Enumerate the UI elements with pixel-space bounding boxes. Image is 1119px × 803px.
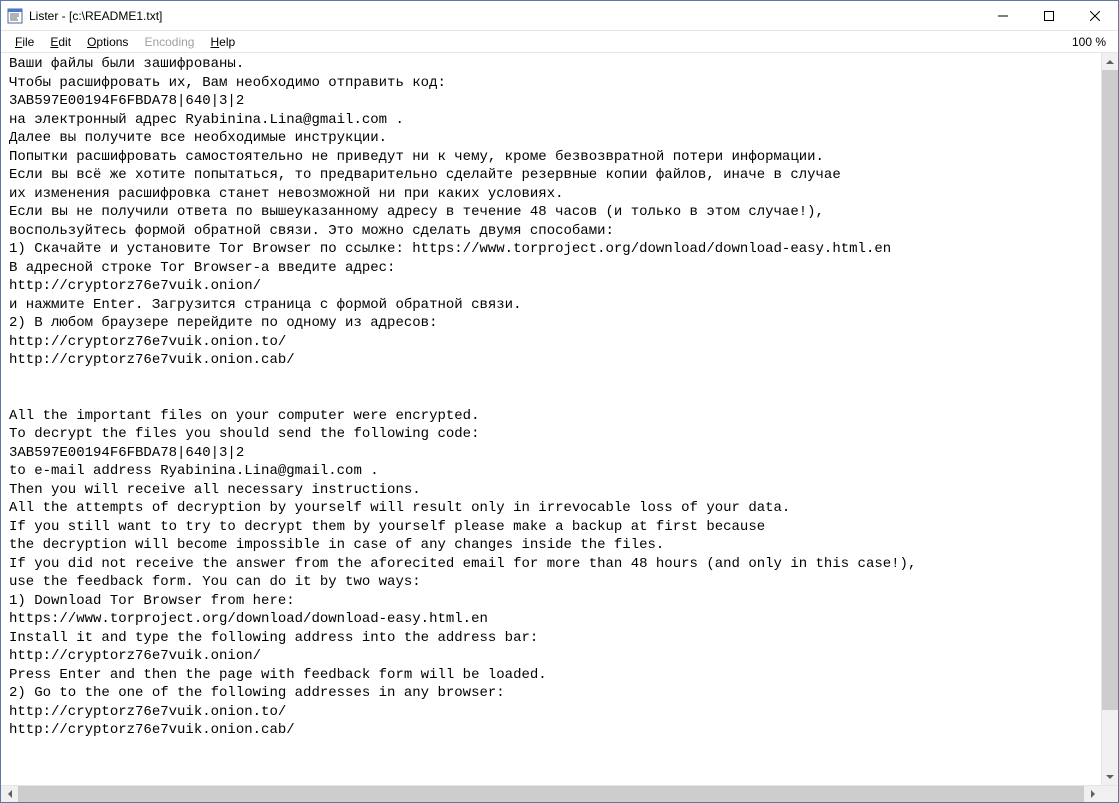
window-controls — [980, 1, 1118, 30]
scroll-corner — [1101, 786, 1118, 802]
content-area: Ваши файлы были зашифрованы. Чтобы расши… — [1, 53, 1118, 785]
close-button[interactable] — [1072, 1, 1118, 30]
menu-options[interactable]: Options — [79, 33, 136, 51]
menubar: File Edit Options Encoding Help 100 % — [1, 31, 1118, 53]
horizontal-scrollbar[interactable] — [1, 785, 1118, 802]
scroll-right-button[interactable] — [1084, 786, 1101, 802]
app-icon — [7, 8, 23, 24]
horizontal-scroll-track[interactable] — [18, 786, 1084, 802]
menu-file[interactable]: File — [7, 33, 42, 51]
titlebar: Lister - [c:\README1.txt] — [1, 1, 1118, 31]
zoom-display[interactable]: 100 % — [1072, 35, 1112, 49]
text-content[interactable]: Ваши файлы были зашифрованы. Чтобы расши… — [1, 53, 1101, 785]
horizontal-scroll-thumb[interactable] — [18, 786, 1084, 802]
menu-help[interactable]: Help — [202, 33, 243, 51]
menu-edit[interactable]: Edit — [42, 33, 79, 51]
menu-encoding: Encoding — [136, 33, 202, 51]
maximize-button[interactable] — [1026, 1, 1072, 30]
window-title: Lister - [c:\README1.txt] — [29, 9, 980, 23]
vertical-scroll-thumb[interactable] — [1102, 70, 1118, 710]
vertical-scrollbar[interactable] — [1101, 53, 1118, 785]
scroll-left-button[interactable] — [1, 786, 18, 802]
minimize-button[interactable] — [980, 1, 1026, 30]
scroll-down-button[interactable] — [1102, 768, 1118, 785]
scroll-up-button[interactable] — [1102, 53, 1118, 70]
